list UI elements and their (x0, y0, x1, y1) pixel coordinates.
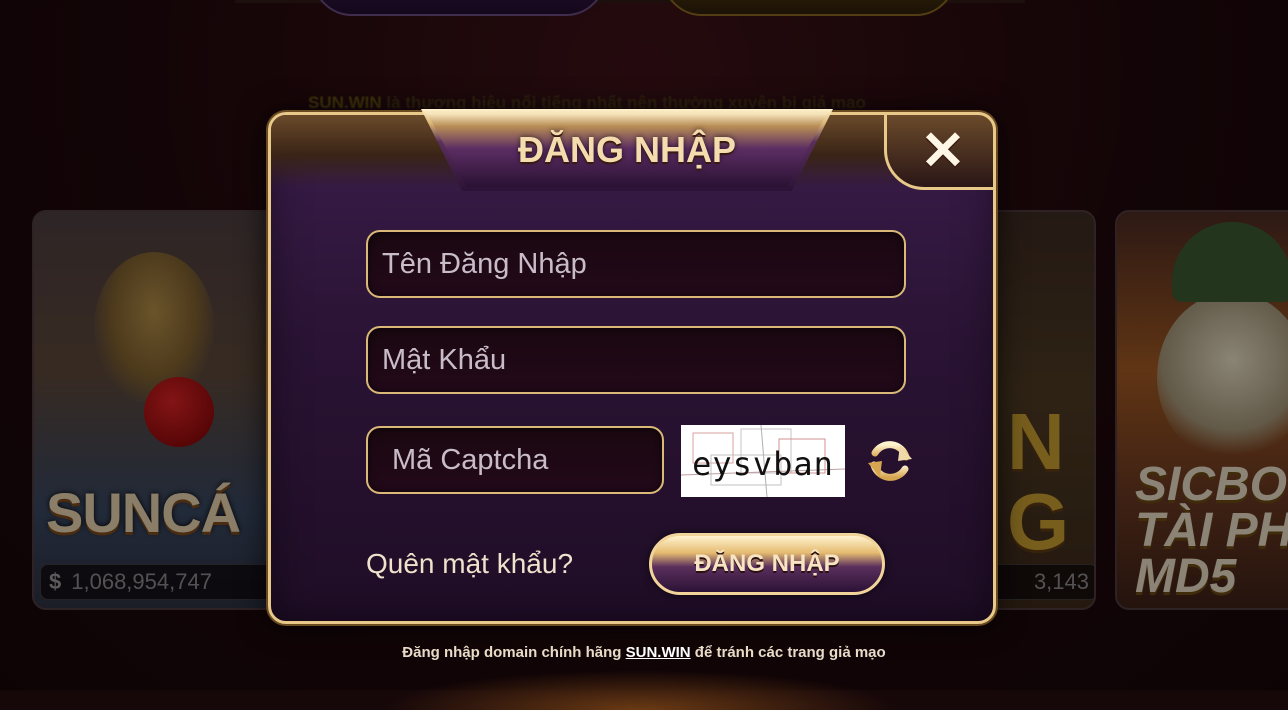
captcha-image: eysvban (681, 425, 845, 497)
close-button-frame: ✕ (884, 112, 996, 190)
captcha-input[interactable] (390, 442, 662, 478)
login-button-label: ĐĂNG NHẬP (694, 550, 840, 577)
username-field[interactable] (366, 230, 906, 298)
captcha-field[interactable] (366, 426, 664, 494)
footer-notice: Đăng nhập domain chính hãng SUN.WIN để t… (0, 644, 1288, 661)
refresh-icon (868, 441, 912, 481)
login-button[interactable]: ĐĂNG NHẬP (649, 533, 885, 595)
password-input[interactable] (380, 342, 904, 378)
login-modal: ĐĂNG NHẬP ✕ eysvban (268, 109, 996, 624)
close-icon[interactable]: ✕ (913, 124, 973, 178)
refresh-captcha-button[interactable] (866, 437, 914, 485)
modal-title: ĐĂNG NHẬP (517, 129, 736, 170)
forgot-password-link[interactable]: Quên mật khẩu? (366, 548, 573, 580)
footer-brand-link[interactable]: SUN.WIN (626, 644, 691, 661)
username-input[interactable] (380, 246, 904, 282)
password-field[interactable] (366, 326, 906, 394)
footer-suffix: để tránh các trang giả mạo (690, 644, 886, 661)
footer-prefix: Đăng nhập domain chính hãng (402, 644, 626, 661)
captcha-text: eysvban (692, 445, 834, 483)
bottom-decoration (380, 670, 900, 710)
